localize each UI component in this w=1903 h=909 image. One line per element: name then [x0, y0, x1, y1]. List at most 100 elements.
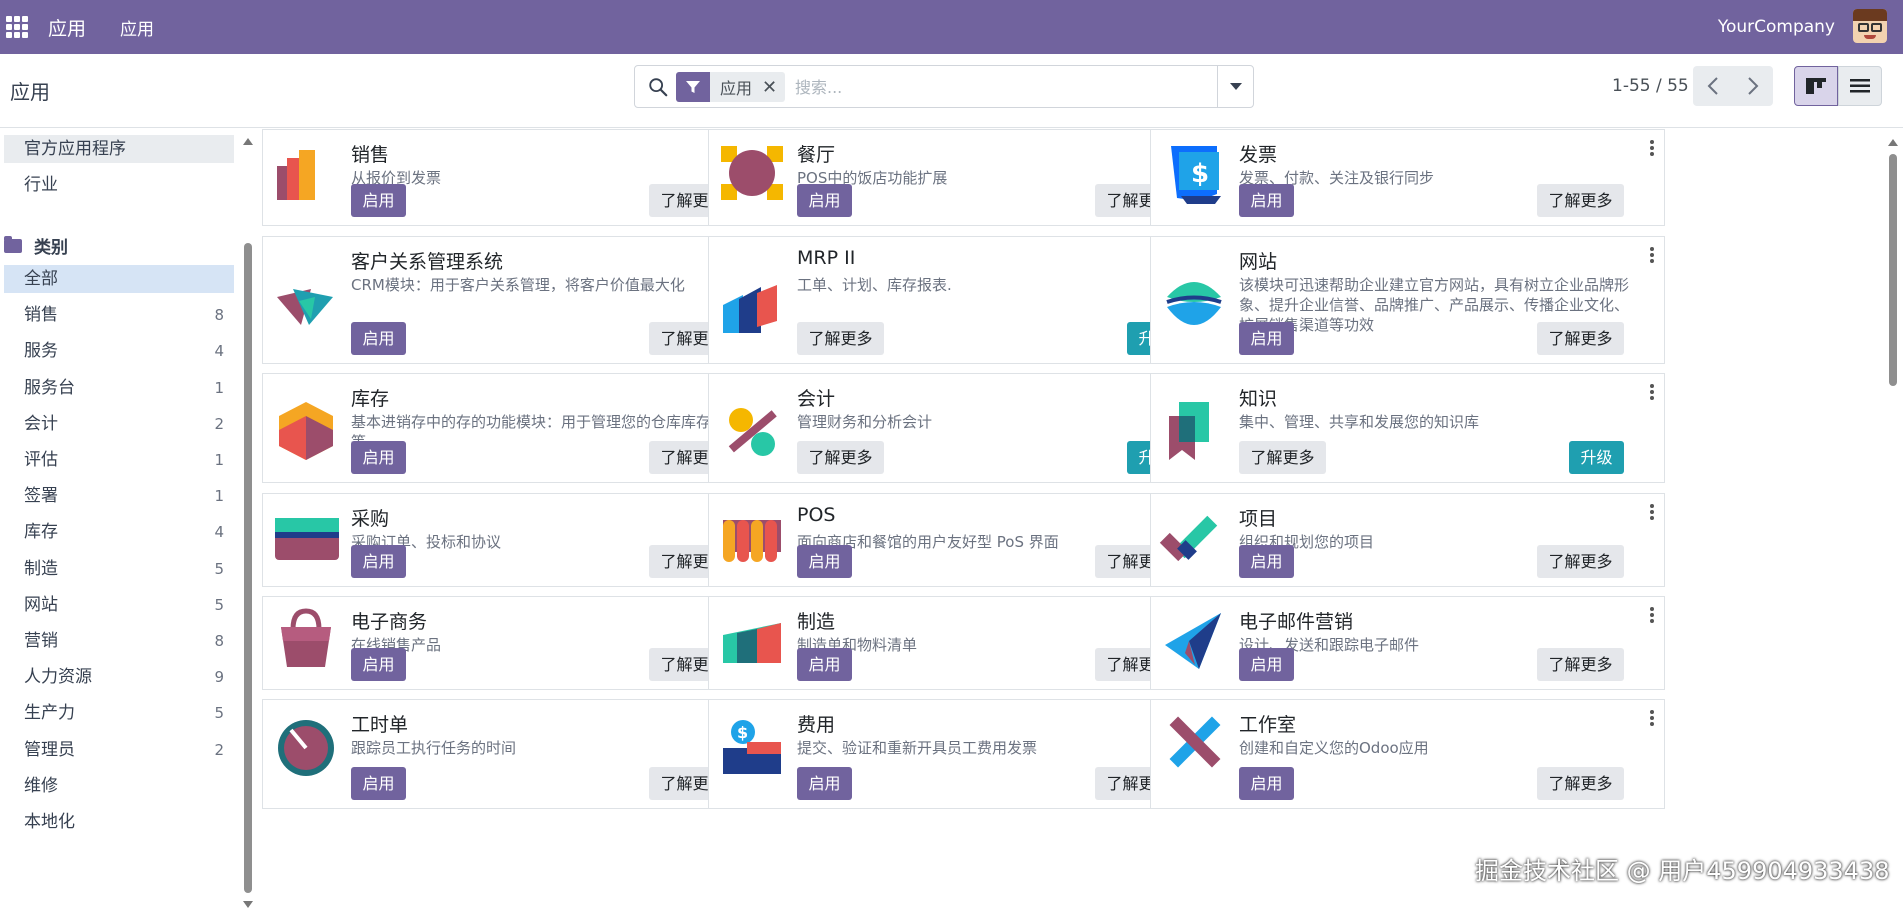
app-card-manufacturing: 制造 制造单和物料清单 启用 了解更多 — [708, 596, 1223, 690]
learn-more-button[interactable]: 了解更多 — [1239, 441, 1326, 474]
sidebar-item-label: 生产力 — [24, 703, 75, 724]
app-description: 管理财务和分析会计 — [797, 413, 933, 431]
activate-button[interactable]: 启用 — [797, 545, 852, 578]
sidebar-item-label: 销售 — [24, 305, 58, 326]
sidebar-item-industries[interactable]: 行业 — [4, 171, 234, 199]
activate-button[interactable]: 启用 — [351, 545, 406, 578]
sidebar-item-helpdesk[interactable]: 服务台 1 — [4, 374, 234, 402]
activate-button[interactable]: 启用 — [351, 648, 406, 681]
learn-more-button[interactable]: 了解更多 — [797, 322, 884, 355]
activate-button[interactable]: 启用 — [797, 648, 852, 681]
sidebar-item-official-apps[interactable]: 官方应用程序 — [4, 135, 234, 163]
kebab-menu-icon[interactable] — [1650, 710, 1654, 726]
sidebar-item-all[interactable]: 全部 — [4, 265, 234, 293]
search-options-toggle[interactable] — [1217, 66, 1253, 107]
learn-more-button[interactable]: 了解更多 — [1537, 184, 1624, 217]
app-card-restaurant: 餐厅 POS中的饭店功能扩展 启用 了解更多 — [708, 129, 1223, 226]
activate-button[interactable]: 启用 — [1239, 767, 1294, 800]
sidebar-scroll-thumb[interactable] — [244, 243, 252, 893]
sidebar-item-label: 签署 — [24, 486, 58, 507]
company-switcher[interactable]: YourCompany — [1718, 17, 1835, 37]
main-scroll-thumb[interactable] — [1889, 154, 1897, 386]
sidebar-item-hr[interactable]: 人力资源 9 — [4, 663, 234, 691]
list-view-button[interactable] — [1838, 66, 1882, 106]
sidebar-item-count: 5 — [214, 559, 224, 578]
sidebar-item-maintenance[interactable]: 维修 — [4, 772, 234, 800]
inventory-icon — [279, 402, 333, 460]
activate-button[interactable]: 启用 — [797, 767, 852, 800]
kebab-menu-icon[interactable] — [1650, 504, 1654, 520]
activate-button[interactable]: 启用 — [797, 184, 852, 217]
learn-more-button[interactable]: 了解更多 — [1537, 648, 1624, 681]
app-title: 电子商务 — [351, 611, 428, 633]
activate-button[interactable]: 启用 — [351, 441, 406, 474]
sidebar-scrollbar[interactable] — [243, 137, 253, 908]
sidebar-item-marketing[interactable]: 营销 8 — [4, 627, 234, 655]
email-marketing-icon — [1165, 613, 1221, 669]
sidebar-item-count: 9 — [214, 668, 224, 687]
kebab-menu-icon[interactable] — [1650, 384, 1654, 400]
ecommerce-icon — [281, 608, 331, 667]
search-icon[interactable] — [647, 76, 669, 98]
control-panel: 应用 应用 ✕ 1-55 / 55 — [0, 54, 1903, 128]
scroll-up-icon[interactable] — [243, 137, 253, 145]
app-title: 餐厅 — [797, 144, 836, 166]
sidebar-item-count: 4 — [214, 342, 224, 361]
user-avatar[interactable] — [1853, 9, 1887, 43]
facet-remove-icon[interactable]: ✕ — [762, 77, 785, 98]
search-input[interactable] — [795, 74, 1215, 100]
sidebar-item-services[interactable]: 服务 4 — [4, 337, 234, 365]
activate-button[interactable]: 启用 — [1239, 648, 1294, 681]
upgrade-button[interactable]: 升级 — [1569, 441, 1624, 474]
activate-button[interactable]: 启用 — [1239, 545, 1294, 578]
app-title: 发票 — [1239, 144, 1278, 166]
learn-more-button[interactable]: 了解更多 — [1537, 545, 1624, 578]
svg-text:$: $ — [737, 723, 748, 742]
main-scrollbar[interactable] — [1888, 134, 1898, 894]
sidebar-item-admin[interactable]: 管理员 2 — [4, 736, 234, 764]
app-description: 集中、管理、共享和发展您的知识库 — [1239, 413, 1480, 431]
sidebar-item-sign[interactable]: 签署 1 — [4, 482, 234, 510]
pager-value[interactable]: 1-55 / 55 — [1612, 76, 1689, 96]
kebab-menu-icon[interactable] — [1650, 247, 1654, 263]
kebab-menu-icon[interactable] — [1650, 140, 1654, 156]
app-card-sales: 销售 从报价到发票 启用 了解更多 — [262, 129, 777, 226]
menu-item-apps[interactable]: 应用 — [120, 15, 154, 40]
sidebar-item-inventory[interactable]: 库存 4 — [4, 518, 234, 546]
kebab-menu-icon[interactable] — [1650, 607, 1654, 623]
sidebar-item-productivity[interactable]: 生产力 5 — [4, 699, 234, 727]
apps-grid-icon[interactable] — [6, 16, 28, 38]
activate-button[interactable]: 启用 — [1239, 322, 1294, 355]
sidebar-item-count: 8 — [214, 306, 224, 325]
app-brand[interactable]: 应用 — [48, 14, 86, 41]
sidebar-item-label: 全部 — [24, 269, 58, 289]
learn-more-button[interactable]: 了解更多 — [1537, 767, 1624, 800]
accounting-icon — [728, 408, 777, 456]
pager-previous-button[interactable] — [1693, 66, 1733, 106]
activate-button[interactable]: 启用 — [351, 322, 406, 355]
sidebar-item-appraisal[interactable]: 评估 1 — [4, 446, 234, 474]
sidebar-item-label: 服务台 — [24, 377, 75, 398]
app-title: 工时单 — [351, 714, 409, 736]
scroll-down-icon[interactable] — [243, 901, 253, 909]
sidebar-item-localization[interactable]: 本地化 — [4, 808, 234, 836]
chevron-left-icon — [1707, 77, 1718, 95]
category-header: 类别 — [4, 233, 68, 258]
learn-more-button[interactable]: 了解更多 — [797, 441, 884, 474]
activate-button[interactable]: 启用 — [1239, 184, 1294, 217]
kanban-view-button[interactable] — [1794, 66, 1838, 106]
learn-more-button[interactable]: 了解更多 — [1537, 322, 1624, 355]
sidebar-item-website[interactable]: 网站 5 — [4, 591, 234, 619]
activate-button[interactable]: 启用 — [351, 184, 406, 217]
sidebar-item-manufacturing[interactable]: 制造 5 — [4, 555, 234, 583]
search-box[interactable]: 应用 ✕ — [634, 65, 1254, 108]
sidebar-item-sales[interactable]: 销售 8 — [4, 301, 234, 329]
category-header-label: 类别 — [34, 238, 68, 258]
sales-icon — [277, 150, 315, 200]
activate-button[interactable]: 启用 — [351, 767, 406, 800]
sidebar: 官方应用程序 行业 类别 全部销售 8 服务 4 服务台 1 会计 2 评估 1 签署 1 库存 4 制造 5… — [0, 129, 256, 908]
page-title: 应用 — [10, 80, 50, 104]
pager-next-button[interactable] — [1733, 66, 1773, 106]
scroll-up-icon[interactable] — [1888, 138, 1898, 146]
sidebar-item-accounting[interactable]: 会计 2 — [4, 410, 234, 438]
